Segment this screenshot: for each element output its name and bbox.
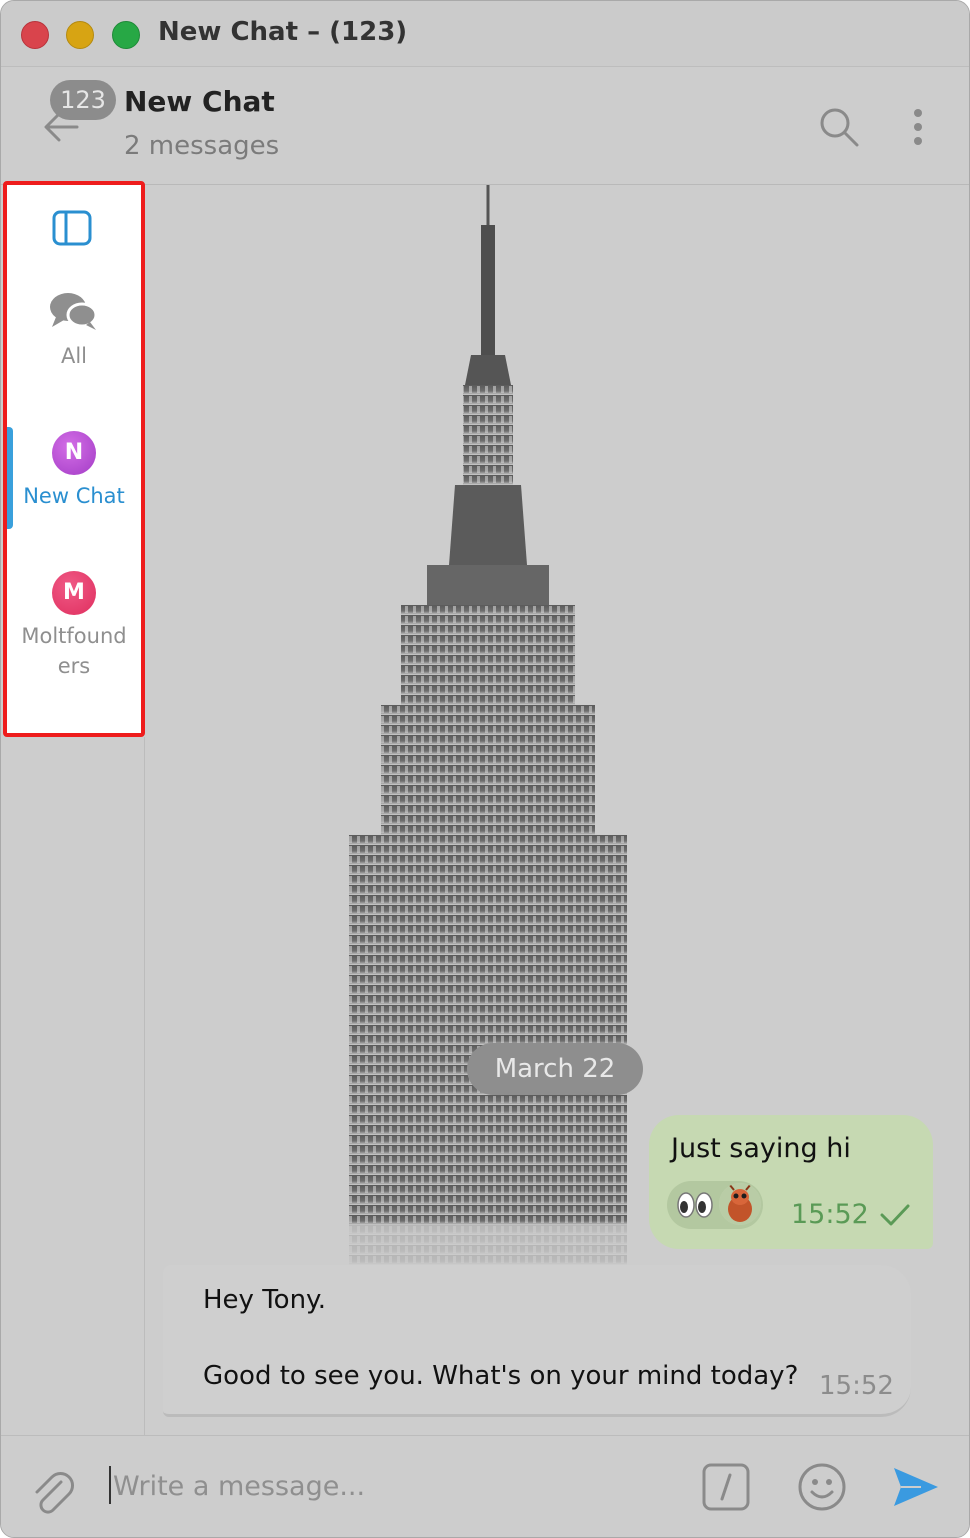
avatar: N: [52, 431, 96, 475]
bot-commands-icon[interactable]: [701, 1462, 751, 1512]
folder-label: All: [60, 344, 88, 368]
folder-item-moltfounders[interactable]: M Moltfound ers: [7, 571, 141, 681]
emoji-icon[interactable]: [797, 1462, 847, 1512]
sidebar-empty-area: [1, 737, 145, 1435]
text-caret: [109, 1466, 111, 1504]
search-icon[interactable]: [817, 105, 861, 149]
message-text: Just saying hi: [671, 1133, 851, 1164]
paperclip-icon[interactable]: [31, 1468, 77, 1520]
send-icon[interactable]: [891, 1464, 941, 1510]
close-window-button[interactable]: [21, 21, 49, 49]
chat-title[interactable]: New Chat: [124, 85, 275, 118]
chat-subtitle: 2 messages: [124, 131, 280, 161]
incoming-message[interactable]: Hey Tony. Good to see you. What's on you…: [163, 1265, 911, 1417]
mascot-avatar-icon: [719, 1183, 761, 1225]
message-text-line: Hey Tony.: [203, 1285, 326, 1315]
more-options-icon[interactable]: [903, 105, 933, 149]
message-time: 15:52: [819, 1371, 894, 1401]
chat-bubbles-icon: [50, 293, 98, 330]
message-composer: [1, 1435, 969, 1537]
message-input[interactable]: [113, 1460, 673, 1512]
outgoing-message[interactable]: Just saying hi 15:52: [649, 1115, 933, 1249]
message-time: 15:52: [791, 1199, 869, 1230]
date-separator: March 22: [467, 1043, 643, 1095]
title-bar: New Chat – (123): [1, 1, 969, 67]
folder-item-all[interactable]: All: [7, 289, 141, 371]
minimize-window-button[interactable]: [66, 21, 94, 49]
folder-item-new-chat[interactable]: N New Chat: [7, 431, 141, 511]
sidebar-toggle-icon[interactable]: [51, 207, 93, 249]
app-window: New Chat – (123) 123 New Chat 2 messages: [0, 0, 970, 1538]
wallpaper-building-image: [331, 185, 641, 1265]
check-icon: [880, 1204, 910, 1226]
reaction-user-avatar: [719, 1183, 761, 1225]
chat-header: 123 New Chat 2 messages: [1, 67, 969, 185]
message-list[interactable]: March 22 Just saying hi 15:52 Hey Tony. …: [145, 185, 969, 1435]
folder-label: New Chat: [23, 484, 125, 508]
unread-count-badge: 123: [50, 80, 116, 120]
folder-sidebar: All N New Chat M Moltfound ers: [3, 181, 145, 737]
reactions-bar[interactable]: [667, 1181, 763, 1229]
window-title: New Chat – (123): [158, 17, 408, 47]
eyes-emoji-icon: [677, 1192, 713, 1218]
maximize-window-button[interactable]: [112, 21, 140, 49]
message-text-line: Good to see you. What's on your mind tod…: [203, 1361, 799, 1391]
avatar: M: [52, 571, 96, 615]
folder-label: Moltfound ers: [21, 624, 127, 678]
